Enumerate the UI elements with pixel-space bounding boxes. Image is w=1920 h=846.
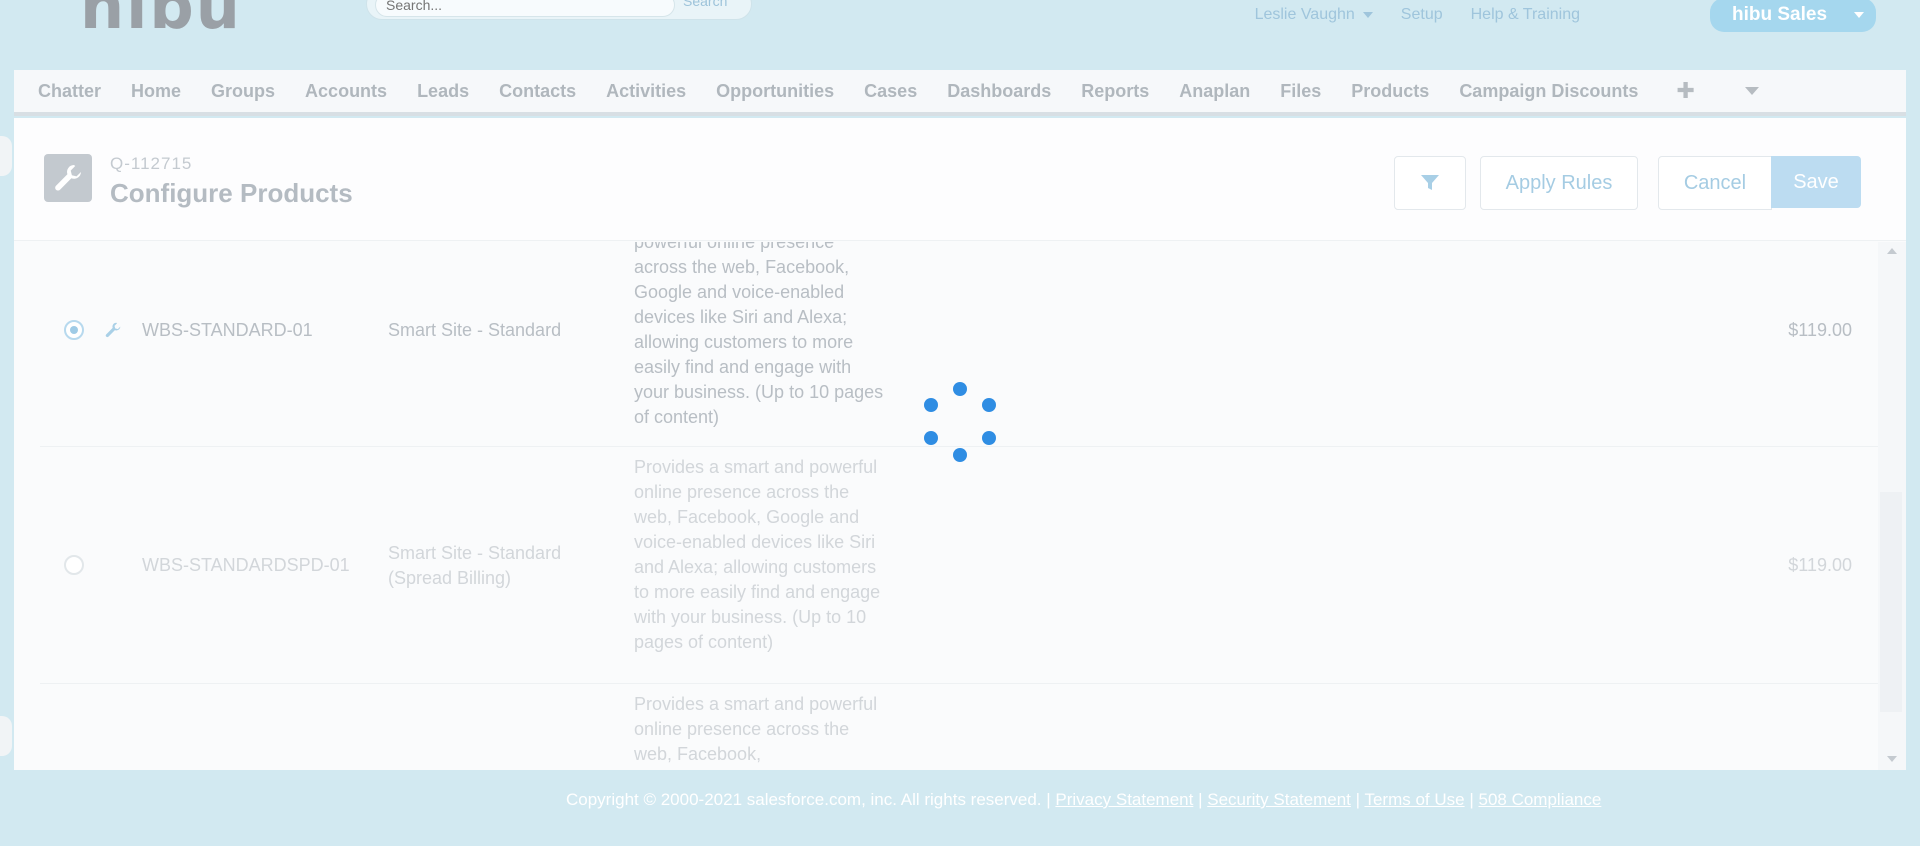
apply-rules-button[interactable]: Apply Rules bbox=[1480, 156, 1638, 210]
global-search: Search bbox=[366, 0, 752, 20]
search-button[interactable]: Search bbox=[683, 0, 727, 9]
tab-opportunities[interactable]: Opportunities bbox=[716, 81, 834, 102]
app-switcher[interactable]: hibu Sales bbox=[1710, 0, 1876, 32]
product-description: powerful online presence across the web,… bbox=[634, 242, 884, 427]
wrench-icon bbox=[44, 154, 92, 202]
security-statement-link[interactable]: Security Statement bbox=[1207, 790, 1351, 809]
product-radio[interactable] bbox=[64, 555, 84, 575]
cancel-button[interactable]: Cancel bbox=[1658, 156, 1772, 210]
table-row[interactable]: Provides a smart and powerful online pre… bbox=[40, 684, 1878, 770]
tab-cases[interactable]: Cases bbox=[864, 81, 917, 102]
scroll-thumb[interactable] bbox=[1880, 492, 1902, 712]
scroll-up-icon[interactable] bbox=[1887, 248, 1897, 254]
spinner-dot bbox=[982, 431, 996, 445]
setup-link[interactable]: Setup bbox=[1401, 6, 1443, 24]
sidebar-toggle[interactable] bbox=[0, 136, 12, 176]
footer-separator: | bbox=[1355, 790, 1361, 809]
add-tab-icon[interactable]: ✚ bbox=[1676, 78, 1694, 104]
product-code: WBS-STANDARD-01 bbox=[142, 320, 313, 340]
product-table: WBS-STANDARD-01 Smart Site - Standard po… bbox=[40, 242, 1878, 770]
help-training-link[interactable]: Help & Training bbox=[1471, 6, 1580, 24]
page-title: Configure Products bbox=[110, 178, 353, 208]
footer-separator: | bbox=[1198, 790, 1203, 809]
search-input[interactable] bbox=[375, 0, 675, 17]
product-code: WBS-STANDARDSPD-01 bbox=[142, 555, 350, 575]
tab-activities[interactable]: Activities bbox=[606, 81, 686, 102]
tab-accounts[interactable]: Accounts bbox=[305, 81, 387, 102]
product-description: Provides a smart and powerful online pre… bbox=[634, 457, 881, 652]
copyright-text: Copyright © 2000-2021 salesforce.com, in… bbox=[566, 790, 1051, 809]
tab-contacts[interactable]: Contacts bbox=[499, 81, 576, 102]
loading-spinner-icon bbox=[920, 382, 1000, 462]
app-name: hibu Sales bbox=[1732, 4, 1828, 25]
page-header: Q-112715 Configure Products Apply Rules … bbox=[14, 118, 1906, 241]
tab-chatter[interactable]: Chatter bbox=[38, 81, 101, 102]
tab-groups[interactable]: Groups bbox=[211, 81, 275, 102]
quote-number: Q-112715 bbox=[110, 154, 193, 173]
tab-leads[interactable]: Leads bbox=[417, 81, 469, 102]
filter-icon bbox=[1421, 175, 1439, 190]
tab-bar: Chatter Home Groups Accounts Leads Conta… bbox=[14, 70, 1906, 116]
privacy-statement-link[interactable]: Privacy Statement bbox=[1055, 790, 1193, 809]
chevron-down-icon[interactable] bbox=[1744, 87, 1759, 95]
tab-products[interactable]: Products bbox=[1351, 81, 1429, 102]
spinner-dot bbox=[953, 448, 967, 462]
table-scrollbar[interactable] bbox=[1878, 242, 1906, 770]
tab-reports[interactable]: Reports bbox=[1081, 81, 1149, 102]
user-name: Leslie Vaughn bbox=[1254, 6, 1355, 23]
user-menu[interactable]: Leslie Vaughn bbox=[1255, 6, 1373, 24]
tab-home[interactable]: Home bbox=[131, 81, 181, 102]
tab-campaign-discounts[interactable]: Campaign Discounts bbox=[1459, 81, 1638, 102]
product-radio[interactable] bbox=[64, 320, 84, 340]
sidebar-toggle[interactable] bbox=[0, 716, 12, 756]
tab-dashboards[interactable]: Dashboards bbox=[947, 81, 1051, 102]
terms-of-use-link[interactable]: Terms of Use bbox=[1364, 790, 1464, 809]
product-price: $119.00 bbox=[1788, 320, 1852, 340]
spinner-dot bbox=[953, 382, 967, 396]
hibu-logo[interactable]: hibu bbox=[80, 0, 242, 43]
chevron-down-icon bbox=[1362, 11, 1373, 18]
header-links: Leslie Vaughn Setup Help & Training bbox=[1255, 6, 1580, 24]
spinner-dot bbox=[982, 398, 996, 412]
footer-separator: | bbox=[1469, 790, 1474, 809]
product-name: Smart Site - Standard bbox=[388, 320, 562, 340]
save-button[interactable]: Save bbox=[1771, 156, 1861, 208]
chevron-down-icon bbox=[1854, 12, 1864, 18]
tab-anaplan[interactable]: Anaplan bbox=[1179, 81, 1250, 102]
scroll-down-icon[interactable] bbox=[1887, 756, 1897, 762]
compliance-link[interactable]: 508 Compliance bbox=[1478, 790, 1601, 809]
wrench-icon[interactable] bbox=[104, 321, 122, 339]
spinner-dot bbox=[924, 431, 938, 445]
product-price: $119.00 bbox=[1788, 555, 1852, 575]
filter-button[interactable] bbox=[1394, 156, 1466, 210]
product-name: Smart Site - Standard (Spread Billing) bbox=[388, 543, 562, 588]
spinner-dot bbox=[924, 398, 938, 412]
table-row[interactable]: WBS-STANDARDSPD-01 Smart Site - Standard… bbox=[40, 447, 1878, 684]
tab-files[interactable]: Files bbox=[1280, 81, 1321, 102]
product-description: Provides a smart and powerful online pre… bbox=[634, 694, 878, 764]
